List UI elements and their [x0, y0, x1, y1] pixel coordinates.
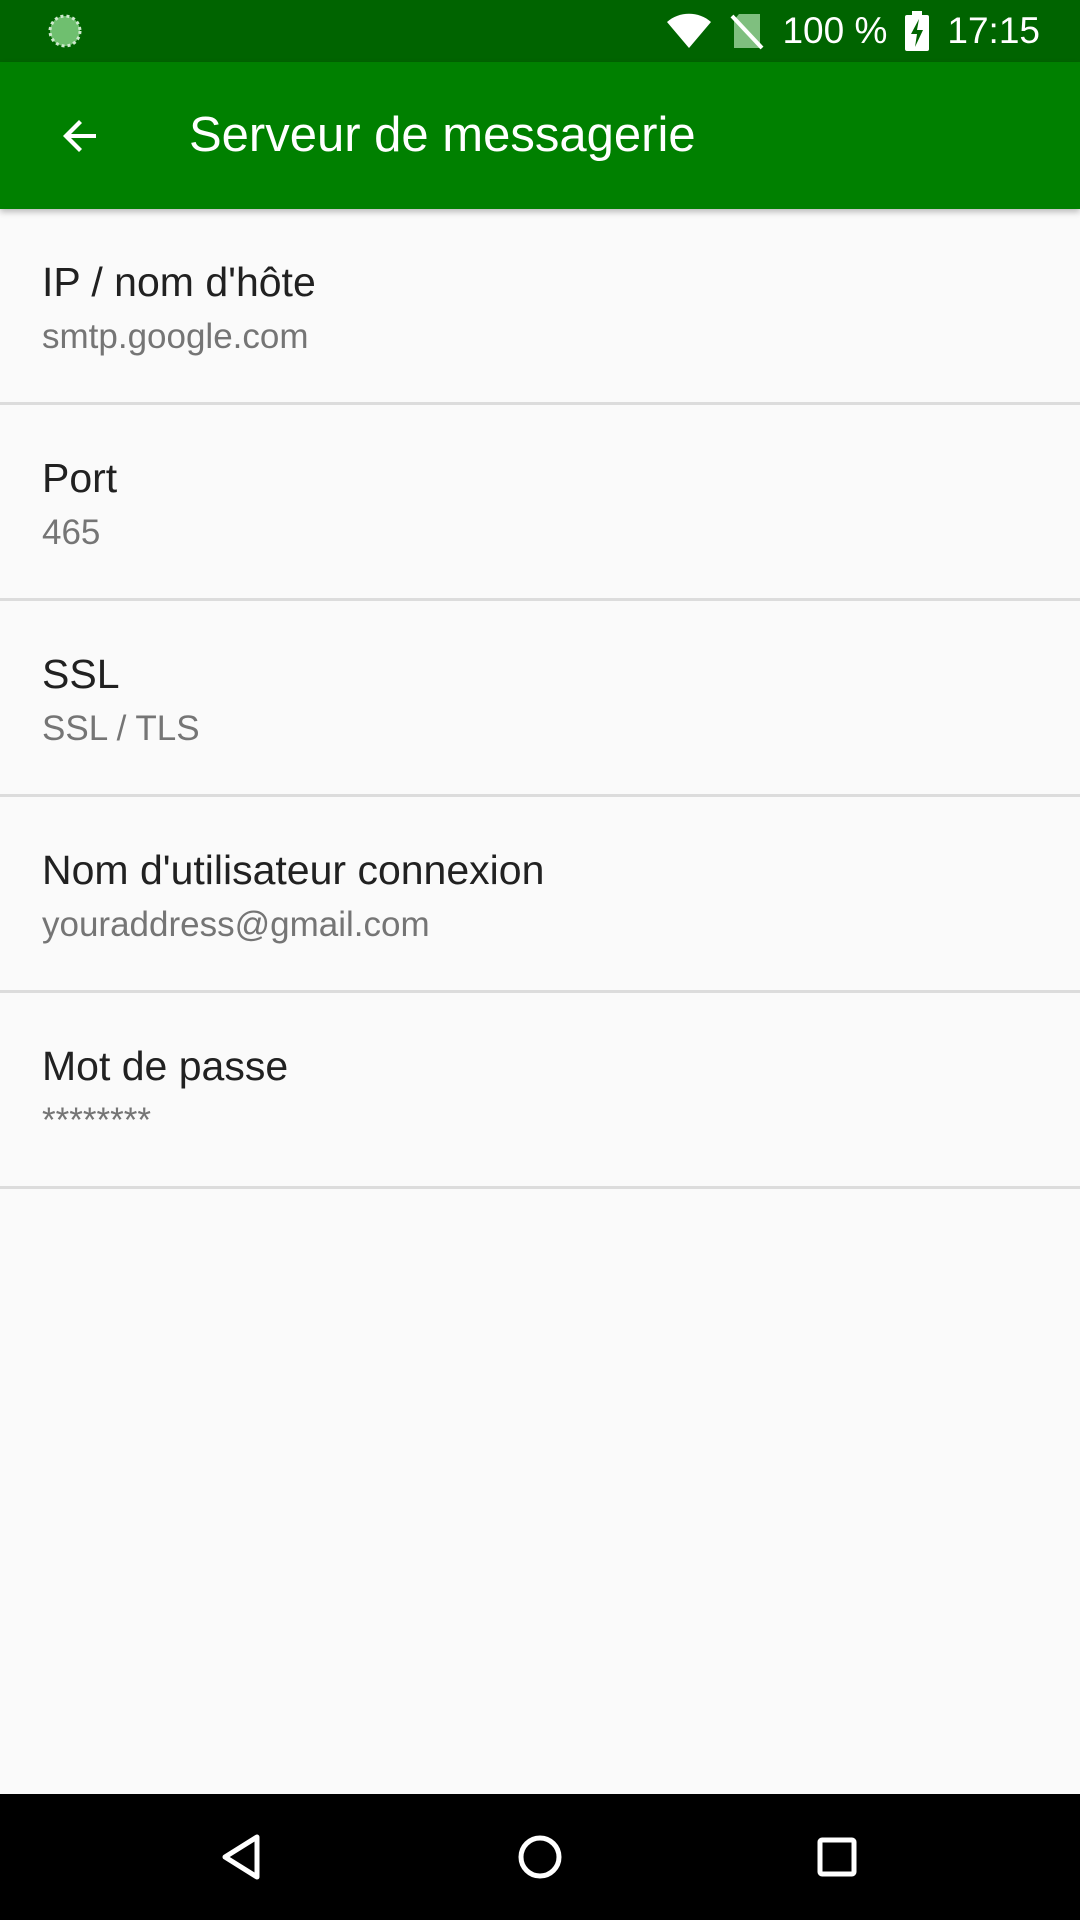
battery-charging-icon — [905, 11, 930, 51]
pref-summary: youraddress@gmail.com — [42, 905, 430, 944]
battery-percent: 100 % — [782, 10, 888, 51]
status-bar: 100 % 17:15 — [0, 0, 1080, 62]
back-triangle-icon — [222, 1834, 260, 1880]
pref-title: Mot de passe — [42, 1043, 289, 1089]
navigation-bar — [0, 1794, 1080, 1920]
pref-summary: SSL / TLS — [42, 709, 200, 748]
pref-item-ssl[interactable]: SSL SSL / TLS — [0, 601, 1080, 797]
home-circle-icon — [518, 1835, 562, 1879]
status-right: 100 % 17:15 — [666, 0, 1040, 62]
wifi-icon — [667, 13, 712, 48]
screen: 100 % 17:15 Serveur de messagerie IP / n… — [0, 0, 1080, 1920]
pref-title: Port — [42, 455, 118, 501]
page-title: Serveur de messagerie — [189, 108, 696, 162]
pref-title: IP / nom d'hôte — [42, 259, 316, 305]
back-button[interactable] — [36, 92, 124, 180]
app-bar: Serveur de messagerie — [0, 62, 1080, 209]
clock: 17:15 — [947, 10, 1040, 51]
preference-list: IP / nom d'hôte smtp.google.com Port 465… — [0, 209, 1080, 1189]
pref-item-host[interactable]: IP / nom d'hôte smtp.google.com — [0, 209, 1080, 405]
pref-item-port[interactable]: Port 465 — [0, 405, 1080, 601]
pref-title: Nom d'utilisateur connexion — [42, 847, 545, 893]
arrow-back-icon — [63, 120, 96, 152]
no-sim-icon — [731, 14, 764, 50]
pref-item-username[interactable]: Nom d'utilisateur connexion youraddress@… — [0, 797, 1080, 993]
loading-spinner-icon — [48, 14, 82, 48]
pref-item-password[interactable]: Mot de passe ******** — [0, 993, 1080, 1189]
pref-summary: 465 — [42, 513, 101, 552]
nav-recents-button[interactable] — [797, 1817, 877, 1897]
recents-square-icon — [817, 1837, 857, 1877]
nav-back-button[interactable] — [201, 1817, 281, 1897]
pref-title: SSL — [42, 651, 120, 697]
nav-home-button[interactable] — [500, 1817, 580, 1897]
pref-summary: smtp.google.com — [42, 317, 309, 356]
pref-summary: ******** — [42, 1101, 151, 1140]
